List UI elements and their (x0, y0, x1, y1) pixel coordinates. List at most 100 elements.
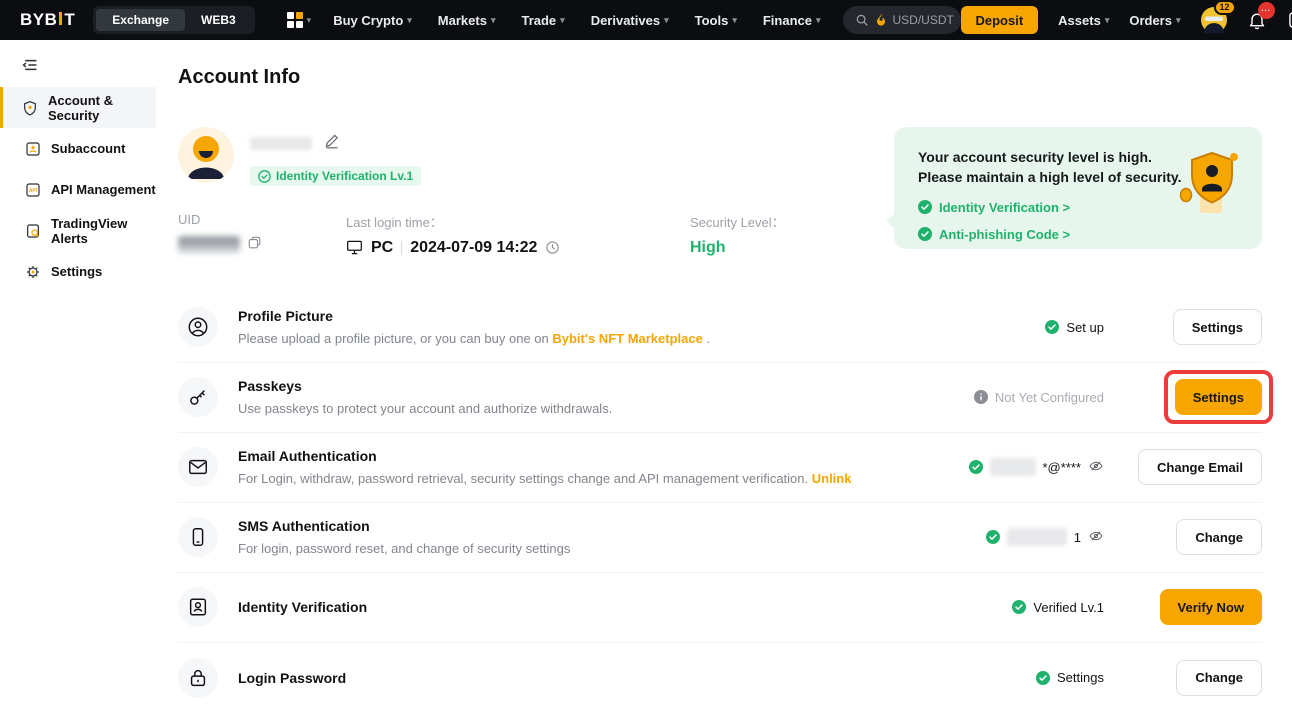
info-icon (974, 390, 988, 404)
notifications-button[interactable]: ··· (1247, 10, 1267, 30)
chevron-down-icon: ▾ (732, 15, 737, 26)
menu-tools[interactable]: Tools▾ (695, 13, 737, 28)
chevron-down-icon: ▾ (560, 15, 565, 26)
id-card-icon (187, 596, 209, 618)
status-identity: Verified Lv.1 (1012, 600, 1104, 615)
logo-text-right: T (64, 10, 75, 30)
chevron-down-icon: ▾ (407, 15, 412, 26)
subaccount-icon (25, 141, 41, 157)
last-login-label: Last login time： (346, 212, 690, 231)
security-settings-list: Profile Picture Please upload a profile … (178, 293, 1262, 706)
nft-marketplace-link[interactable]: Bybit's NFT Marketplace (552, 331, 702, 346)
phone-redacted (1007, 528, 1067, 546)
apps-grid-icon (287, 12, 303, 28)
chevron-down-icon: ▾ (307, 15, 312, 26)
toggle-email-visibility-button[interactable] (1088, 458, 1104, 477)
row-description: For Login, withdraw, password retrieval,… (238, 471, 851, 486)
copy-uid-button[interactable] (247, 235, 262, 255)
email-redacted (990, 458, 1036, 476)
unlink-email-link[interactable]: Unlink (812, 471, 852, 486)
username-redacted (250, 137, 312, 150)
chevron-down-icon: ▾ (664, 15, 669, 26)
verify-now-button[interactable]: Verify Now (1160, 589, 1262, 625)
menu-buy-crypto[interactable]: Buy Crypto▾ (333, 13, 412, 28)
main-content: Account Info (156, 40, 1292, 706)
tradingview-alerts-icon (25, 223, 41, 239)
row-description: For login, password reset, and change of… (238, 541, 570, 556)
chevron-down-icon: ▾ (1176, 15, 1181, 26)
banner-link-label: Anti-phishing Code > (939, 227, 1070, 242)
shield-icon (22, 100, 38, 116)
sidebar-item-label: Settings (51, 264, 102, 279)
envelope-icon (187, 456, 209, 478)
page-title: Account Info (178, 66, 1262, 89)
sidebar-item-settings[interactable]: Settings (0, 251, 156, 292)
app-root: BYBT Exchange WEB3 ▾ Buy Crypto▾ Markets… (0, 0, 1292, 706)
security-level-label: Security Level： (690, 212, 785, 231)
download-app-button[interactable] (1287, 10, 1292, 30)
download-icon (1287, 10, 1292, 30)
bell-badge: ··· (1258, 2, 1275, 19)
apps-grid-menu[interactable]: ▾ (287, 12, 312, 28)
status-profile-picture: Set up (1045, 320, 1104, 335)
sidebar-item-subaccount[interactable]: Subaccount (0, 128, 156, 169)
edit-nickname-button[interactable] (324, 133, 340, 154)
menu-markets[interactable]: Markets▾ (438, 13, 496, 28)
orders-menu[interactable]: Orders▾ (1129, 13, 1180, 28)
status-text: Verified Lv.1 (1033, 600, 1104, 615)
row-title: Profile Picture (238, 308, 710, 324)
search-value: USD/USDT (893, 13, 954, 27)
sidebar-item-account-security[interactable]: Account & Security (0, 87, 156, 128)
menu-trade[interactable]: Trade▾ (521, 13, 564, 28)
check-circle-icon (918, 227, 932, 241)
check-circle-icon (1045, 320, 1059, 334)
sms-icon-wrap (178, 517, 218, 557)
sidebar-item-tradingview-alerts[interactable]: TradingView Alerts (0, 210, 156, 251)
check-circle-icon (918, 200, 932, 214)
row-description: Use passkeys to protect your account and… (238, 401, 612, 416)
change-email-button[interactable]: Change Email (1138, 449, 1262, 485)
banner-link-anti-phishing[interactable]: Anti-phishing Code > (918, 227, 1240, 242)
menu-finance[interactable]: Finance▾ (763, 13, 821, 28)
change-phone-button[interactable]: Change (1176, 519, 1262, 555)
sidebar-item-api-management[interactable]: API API Management (0, 169, 156, 210)
status-email: *@**** (969, 458, 1105, 477)
sidebar-collapse-button[interactable] (0, 52, 156, 87)
check-circle-icon (1036, 671, 1050, 685)
passkeys-settings-button[interactable]: Settings (1175, 379, 1262, 415)
tab-exchange[interactable]: Exchange (96, 9, 185, 31)
bybit-logo[interactable]: BYBT (20, 10, 75, 30)
row-identity-verification: Identity Verification Verified Lv.1 Veri… (178, 573, 1262, 643)
tab-web3[interactable]: WEB3 (185, 9, 252, 31)
user-avatar-button[interactable]: 12 (1201, 7, 1227, 33)
copy-icon (247, 235, 262, 250)
profile-avatar[interactable] (178, 127, 234, 183)
status-text: Settings (1057, 670, 1104, 685)
svg-text:API: API (29, 188, 38, 194)
flame-icon (875, 13, 887, 27)
change-password-button[interactable]: Change (1176, 660, 1262, 696)
email-icon-wrap (178, 447, 218, 487)
assets-menu[interactable]: Assets▾ (1058, 13, 1109, 28)
menu-derivatives[interactable]: Derivatives▾ (591, 13, 669, 28)
identity-badge-label: Identity Verification Lv.1 (276, 169, 413, 183)
row-title: Email Authentication (238, 448, 851, 464)
chevron-down-icon: ▾ (1105, 15, 1110, 26)
chevron-down-icon: ▾ (491, 15, 496, 26)
security-level-value: High (690, 239, 785, 257)
divider (401, 241, 402, 255)
pc-icon (346, 240, 363, 255)
eye-off-icon (1088, 528, 1104, 544)
status-text: Set up (1066, 320, 1104, 335)
search-input[interactable]: USD/USDT (843, 6, 961, 34)
avatar-badge: 12 (1214, 0, 1236, 15)
status-sms: 1 (986, 528, 1104, 547)
profile-picture-settings-button[interactable]: Settings (1173, 309, 1262, 345)
key-icon (187, 386, 209, 408)
toggle-phone-visibility-button[interactable] (1088, 528, 1104, 547)
deposit-button[interactable]: Deposit (961, 6, 1039, 34)
status-login-password: Settings (1036, 670, 1104, 685)
password-icon-wrap (178, 658, 218, 698)
status-text: Not Yet Configured (995, 390, 1104, 405)
check-circle-icon (1012, 600, 1026, 614)
